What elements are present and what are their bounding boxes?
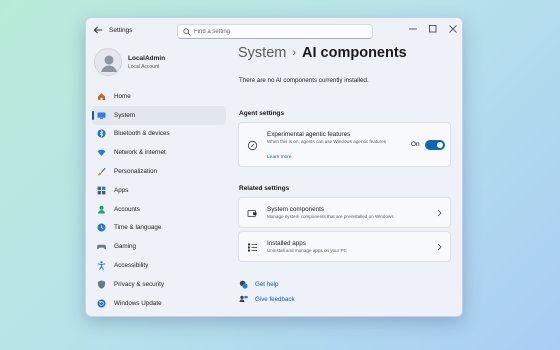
- sidebar-item-apps[interactable]: Apps: [92, 181, 226, 200]
- sidebar-item-label: Personalization: [114, 168, 158, 176]
- give-feedback-label: Give feedback: [255, 295, 295, 303]
- feedback-icon: [239, 295, 248, 302]
- search-input[interactable]: [194, 27, 364, 37]
- page-title: System › AI components: [238, 45, 407, 61]
- system-components-title: System components: [267, 206, 325, 213]
- sidebar-item-label: Accessibility: [114, 262, 149, 270]
- title-bar: Settings: [86, 18, 462, 45]
- brush-icon: [98, 167, 106, 176]
- account-type: Local Account: [128, 64, 160, 70]
- related-settings-heading: Related settings: [239, 185, 290, 192]
- get-help-link[interactable]: Get help: [239, 278, 278, 290]
- installed-apps-card[interactable]: Installed apps Uninstall and manage apps…: [238, 231, 451, 262]
- chevron-right-icon: [437, 243, 442, 251]
- sidebar-item-time-language[interactable]: Time & language: [92, 219, 226, 238]
- system-components-description: Manage system components that are preins…: [267, 214, 394, 219]
- sidebar-item-label: Gaming: [114, 243, 137, 251]
- system-components-icon: [247, 210, 257, 217]
- sidebar-item-gaming[interactable]: Gaming: [92, 237, 226, 256]
- gamepad-icon: [97, 245, 106, 250]
- avatar: [94, 48, 122, 76]
- sidebar-item-network[interactable]: Network & internet: [92, 143, 226, 162]
- app-title: Settings: [109, 27, 133, 34]
- empty-state-message: There are no AI components currently ins…: [239, 77, 369, 84]
- breadcrumb-current: AI components: [302, 45, 407, 61]
- shield-icon: [98, 280, 105, 289]
- accessibility-icon: [97, 261, 106, 270]
- breadcrumb-parent[interactable]: System: [238, 45, 286, 61]
- back-arrow-icon[interactable]: [93, 25, 105, 37]
- installed-apps-icon: [248, 243, 257, 252]
- system-components-card[interactable]: System components Manage system componen…: [238, 197, 451, 228]
- agentic-features-icon: [247, 140, 258, 151]
- chevron-right-icon: [437, 209, 442, 217]
- sidebar-item-privacy[interactable]: Privacy & security: [92, 275, 226, 294]
- sidebar-item-personalization[interactable]: Personalization: [92, 162, 226, 181]
- sidebar-item-accessibility[interactable]: Accessibility: [92, 256, 226, 275]
- toggle-state-label: On: [411, 141, 420, 148]
- sidebar-item-label: Time & language: [114, 224, 162, 232]
- agent-settings-heading: Agent settings: [239, 110, 285, 117]
- globe-clock-icon: [97, 223, 106, 232]
- give-feedback-link[interactable]: Give feedback: [239, 293, 295, 305]
- experimental-agentic-card: Experimental agentic features When this …: [238, 122, 451, 167]
- sidebar-item-label: Accounts: [114, 205, 140, 213]
- home-icon: [98, 93, 105, 100]
- accounts-icon: [98, 205, 105, 214]
- maximize-icon[interactable]: [426, 23, 440, 35]
- user-avatar-icon: [101, 55, 117, 72]
- search-box[interactable]: [177, 24, 373, 39]
- sidebar-item-home[interactable]: Home: [92, 87, 226, 106]
- sidebar-item-label: Network & internet: [114, 149, 166, 157]
- bluetooth-icon: [97, 129, 106, 138]
- wifi-icon: [97, 149, 106, 157]
- sidebar-item-label: System: [114, 111, 135, 119]
- sidebar-item-accounts[interactable]: Accounts: [92, 200, 226, 219]
- sidebar-item-label: Apps: [114, 186, 129, 194]
- sidebar-item-label: Bluetooth & devices: [114, 130, 170, 138]
- agentic-features-toggle[interactable]: [425, 140, 445, 150]
- get-help-label: Get help: [255, 280, 279, 288]
- sidebar-item-label: Privacy & security: [114, 280, 165, 288]
- sidebar-item-label: Windows Update: [114, 299, 162, 307]
- experimental-features-description: When this is on, agents can use Windows …: [267, 139, 386, 144]
- system-icon: [97, 112, 106, 119]
- sidebar-nav: Home System Bluetooth & devices Network …: [92, 87, 226, 313]
- user-name: LocalAdmin: [128, 55, 166, 62]
- breadcrumb-separator: ›: [292, 47, 297, 59]
- installed-apps-description: Uninstall and manage apps on your PC: [267, 248, 347, 253]
- sidebar-item-bluetooth[interactable]: Bluetooth & devices: [92, 125, 226, 144]
- installed-apps-title: Installed apps: [267, 240, 306, 247]
- help-icon: [239, 280, 248, 289]
- learn-more-link[interactable]: Learn more: [267, 155, 292, 160]
- update-icon: [97, 299, 106, 308]
- search-icon: [183, 28, 191, 36]
- close-icon[interactable]: [446, 23, 460, 35]
- sidebar-item-system[interactable]: System: [92, 105, 226, 125]
- settings-window: Settings LocalAdmin Local Account Home S…: [85, 17, 463, 317]
- sidebar-item-windows-update[interactable]: Windows Update: [92, 294, 226, 313]
- sidebar-item-label: Home: [114, 92, 131, 100]
- experimental-features-title: Experimental agentic features: [267, 131, 351, 138]
- minimize-icon[interactable]: [406, 23, 420, 35]
- toggle-knob: [437, 142, 443, 148]
- apps-icon: [97, 186, 106, 195]
